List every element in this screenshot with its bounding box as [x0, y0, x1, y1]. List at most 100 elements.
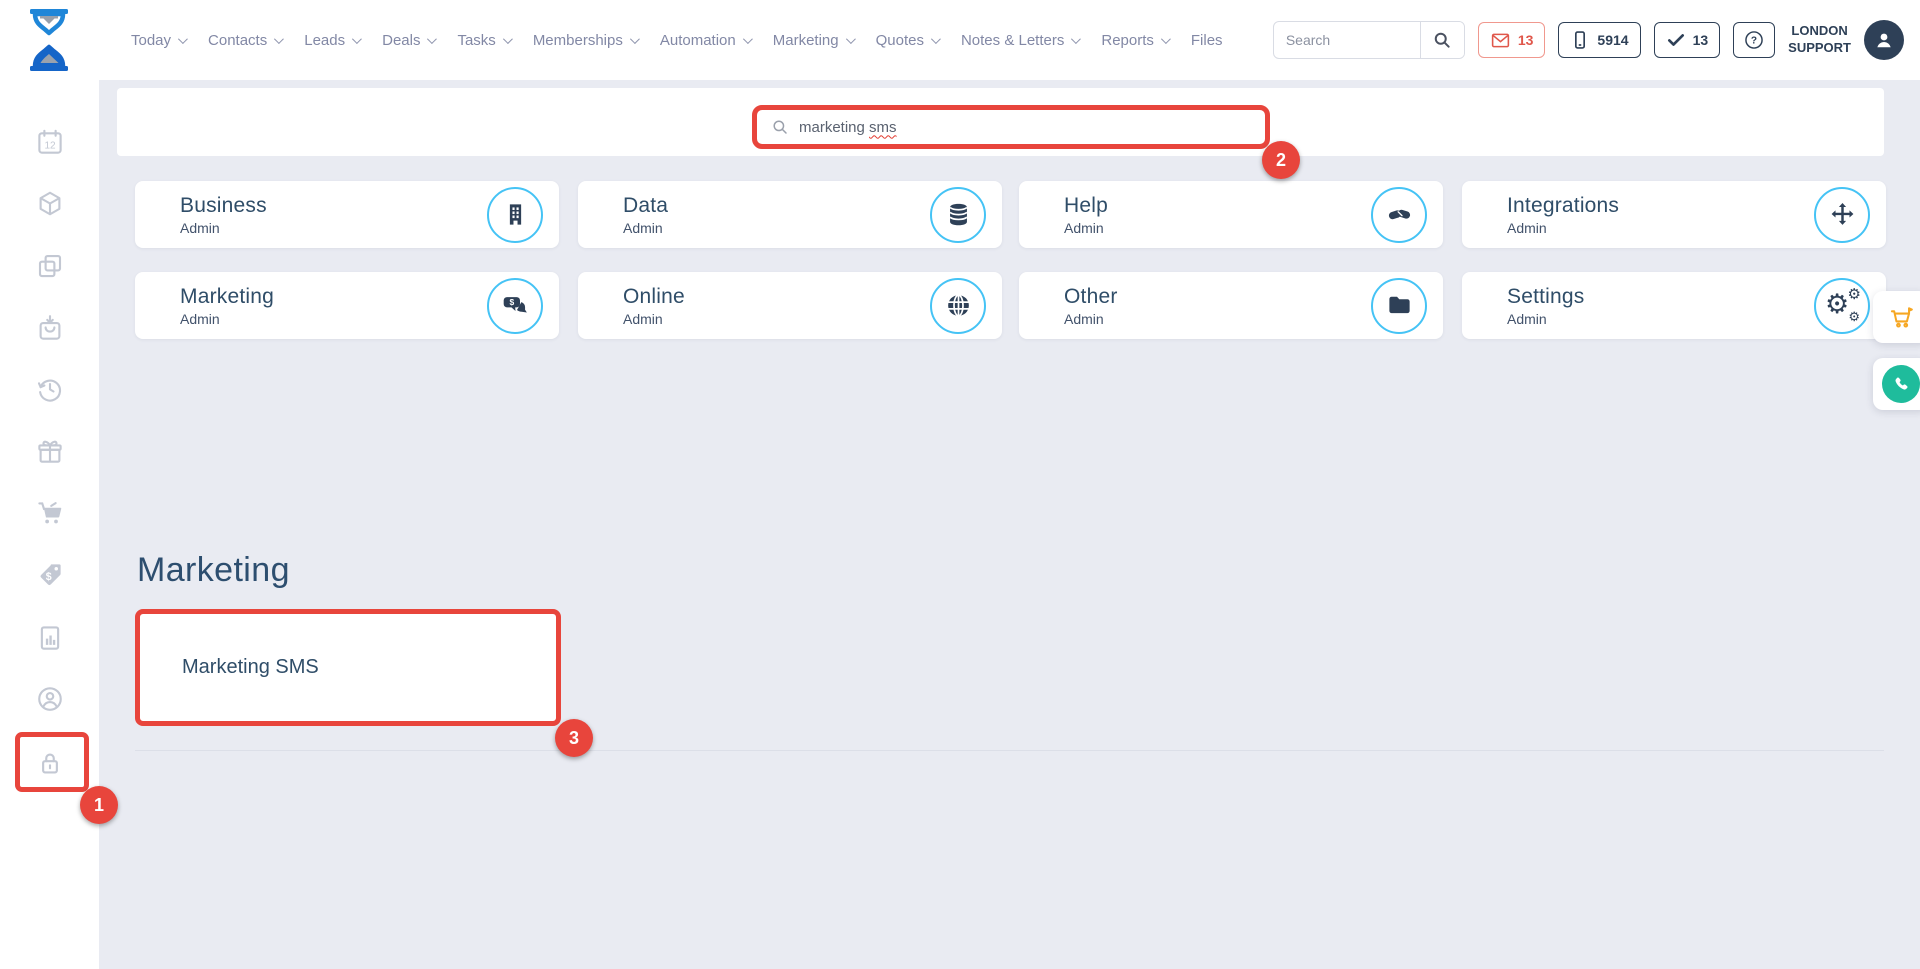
question-icon: ? — [1743, 29, 1765, 51]
module-card-help[interactable]: HelpAdmin — [1019, 181, 1443, 248]
card-title: Online — [623, 285, 685, 309]
nav-label: Today — [131, 32, 171, 49]
handshake-icon — [1371, 187, 1427, 243]
nav-item-files[interactable]: Files — [1191, 32, 1223, 49]
nav-label: Reports — [1101, 32, 1154, 49]
nav-label: Contacts — [208, 32, 267, 49]
person-icon — [1872, 28, 1896, 52]
card-subtitle: Admin — [180, 311, 274, 327]
annotation-step-1: 1 — [80, 786, 118, 824]
module-search-field[interactable]: marketing sms — [752, 105, 1270, 149]
sms-count: 5914 — [1597, 32, 1628, 48]
card-subtitle: Admin — [623, 220, 668, 236]
main-nav: Today Contacts Leads Deals Tasks Members… — [131, 0, 1223, 80]
card-title: Integrations — [1507, 194, 1619, 218]
check-icon — [1666, 30, 1686, 50]
nav-item-contacts[interactable]: Contacts — [208, 32, 281, 49]
module-card-data[interactable]: Data Admin — [578, 181, 1002, 248]
nav-item-leads[interactable]: Leads — [304, 32, 359, 49]
misspelled-word: sms — [869, 119, 897, 136]
card-title: Business — [180, 194, 267, 218]
database-icon — [930, 187, 986, 243]
svg-text:12: 12 — [44, 141, 56, 152]
app-root: Today Contacts Leads Deals Tasks Members… — [0, 0, 1920, 969]
user-name: LONDON SUPPORT — [1788, 23, 1851, 57]
chevron-down-icon — [630, 34, 640, 44]
module-card-online[interactable]: Online Admin — [578, 272, 1002, 339]
card-title: Other — [1064, 285, 1118, 309]
user-name-line1: LONDON — [1788, 23, 1851, 40]
nav-item-deals[interactable]: Deals — [382, 32, 434, 49]
card-subtitle: Admin — [623, 311, 685, 327]
nav-label: Automation — [660, 32, 736, 49]
tasks-count-button[interactable]: 13 — [1654, 22, 1721, 58]
nav-item-automation[interactable]: Automation — [660, 32, 750, 49]
mail-notifications-button[interactable]: 13 — [1478, 22, 1546, 58]
chat-dollar-icon: $ — [487, 278, 543, 334]
nav-label: Memberships — [533, 32, 623, 49]
icon-sidebar: 12 $ — [0, 80, 99, 969]
nav-item-memberships[interactable]: Memberships — [533, 32, 637, 49]
chevron-down-icon — [427, 34, 437, 44]
globe-icon — [930, 278, 986, 334]
sidebar-item-products[interactable] — [35, 189, 65, 219]
card-subtitle: Admin — [1064, 311, 1118, 327]
module-card-integrations[interactable]: IntegrationsAdmin — [1462, 181, 1886, 248]
search-submit-button[interactable] — [1420, 22, 1464, 58]
sidebar-item-account[interactable] — [35, 684, 65, 714]
sidebar-item-orders[interactable] — [35, 313, 65, 343]
sidebar-item-reports[interactable] — [35, 623, 65, 653]
nav-label: Tasks — [457, 32, 495, 49]
sidebar-item-duplicates[interactable] — [35, 251, 65, 281]
phone-icon — [1882, 365, 1920, 403]
floating-phone-button[interactable] — [1873, 358, 1920, 410]
hourglass-logo[interactable] — [26, 8, 72, 72]
chevron-down-icon — [1161, 34, 1171, 44]
result-card-marketing-sms[interactable]: Marketing SMS — [135, 609, 561, 726]
chevron-down-icon — [178, 34, 188, 44]
chevron-down-icon — [503, 34, 513, 44]
section-heading: Marketing — [137, 551, 290, 590]
card-subtitle: Admin — [180, 220, 267, 236]
user-name-line2: SUPPORT — [1788, 40, 1851, 57]
mobile-phone-icon — [1570, 30, 1590, 50]
global-search-input[interactable] — [1274, 32, 1420, 48]
nav-label: Quotes — [876, 32, 924, 49]
price-tag-icon: $ — [35, 560, 65, 590]
nav-item-marketing[interactable]: Marketing — [773, 32, 853, 49]
nav-item-today[interactable]: Today — [131, 32, 185, 49]
gears-icon: ⚙⚙⚙ — [1814, 278, 1870, 334]
card-subtitle: Admin — [1507, 311, 1584, 327]
module-card-business[interactable]: Business Admin — [135, 181, 559, 248]
nav-label: Notes & Letters — [961, 32, 1064, 49]
nav-label: Deals — [382, 32, 420, 49]
card-title: Help — [1064, 194, 1108, 218]
search-icon — [1432, 30, 1452, 50]
envelope-icon — [1490, 30, 1511, 51]
cart-icon — [35, 499, 65, 529]
annotation-box-lock — [15, 732, 89, 792]
sidebar-item-rewards[interactable] — [35, 436, 65, 466]
nav-item-quotes[interactable]: Quotes — [876, 32, 938, 49]
floating-cart-button[interactable] — [1873, 291, 1920, 343]
card-title: Data — [623, 194, 668, 218]
chevron-down-icon — [743, 34, 753, 44]
section-divider — [135, 750, 1884, 751]
history-icon — [35, 374, 65, 404]
module-card-other[interactable]: Other Admin — [1019, 272, 1443, 339]
annotation-step-3: 3 — [555, 719, 593, 757]
help-button[interactable]: ? — [1733, 22, 1775, 58]
annotation-step-2: 2 — [1262, 141, 1300, 179]
nav-item-notes-letters[interactable]: Notes & Letters — [961, 32, 1078, 49]
nav-item-tasks[interactable]: Tasks — [457, 32, 509, 49]
sidebar-item-history[interactable] — [35, 374, 65, 404]
sidebar-item-schedule[interactable]: 12 — [35, 127, 65, 157]
module-card-marketing[interactable]: MarketingAdmin $ — [135, 272, 559, 339]
sms-credits-button[interactable]: 5914 — [1558, 22, 1640, 58]
chevron-down-icon — [846, 34, 856, 44]
user-avatar[interactable] — [1864, 20, 1904, 60]
sidebar-item-pricing[interactable]: $ — [35, 560, 65, 590]
sidebar-item-pos[interactable] — [35, 499, 65, 529]
module-card-settings[interactable]: SettingsAdmin ⚙⚙⚙ — [1462, 272, 1886, 339]
nav-item-reports[interactable]: Reports — [1101, 32, 1168, 49]
